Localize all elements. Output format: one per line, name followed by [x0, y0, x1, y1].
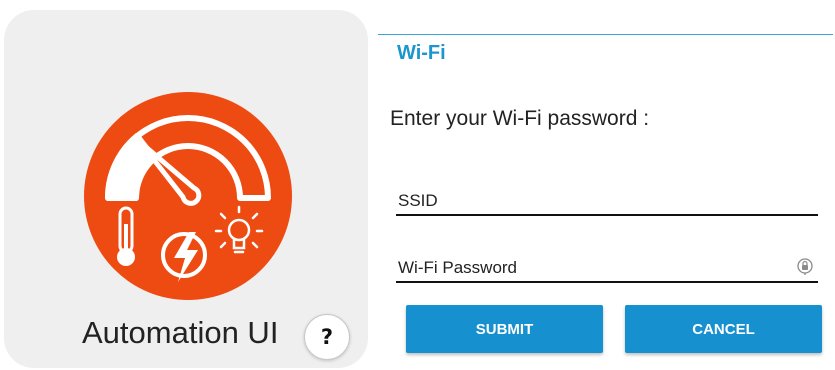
- app-name: Automation UI: [82, 315, 279, 350]
- ssid-input[interactable]: [398, 191, 778, 211]
- automation-logo: [84, 92, 292, 300]
- cancel-button[interactable]: CANCEL: [625, 305, 822, 353]
- help-icon: ?: [320, 325, 334, 349]
- password-field: [396, 253, 818, 283]
- password-input[interactable]: [398, 258, 778, 278]
- submit-button[interactable]: SUBMIT: [406, 305, 603, 353]
- help-button[interactable]: ?: [304, 314, 350, 360]
- panel-title: Wi-Fi: [397, 42, 446, 64]
- app-tile: Automation UI ?: [4, 10, 368, 368]
- password-prompt: Enter your Wi-Fi password :: [390, 107, 650, 130]
- ssid-field: [396, 186, 818, 216]
- wifi-panel: Wi-Fi Enter your Wi-Fi password : SUBMIT…: [378, 34, 833, 365]
- page: Automation UI ? Wi-Fi Enter your Wi-Fi p…: [0, 0, 835, 370]
- lock-icon[interactable]: [796, 257, 814, 275]
